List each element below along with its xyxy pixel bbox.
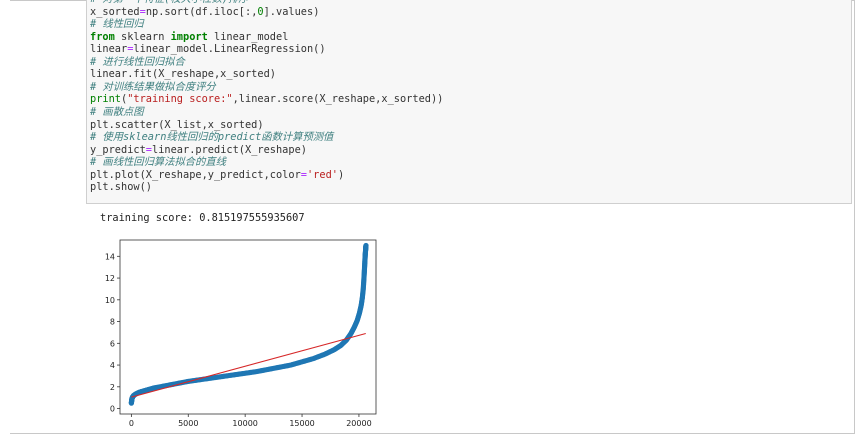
scatter-point: [363, 242, 369, 249]
code-token: "training score:": [127, 93, 233, 106]
y-tick-label: 12: [105, 274, 115, 283]
code-token: sklearn: [114, 30, 171, 43]
code-line: # 画线性回归算法拟合的直线: [90, 156, 226, 169]
code-token: 'red': [306, 168, 338, 181]
code-line: # 进行线性回归拟合: [90, 56, 185, 69]
code-token: ,linear.score(X_reshape,x_sorted)): [232, 93, 444, 106]
code-token: linear_model.LinearRegression(): [133, 43, 326, 56]
code-line: from sklearn import linear_model: [90, 31, 288, 44]
code-token: linear_model: [207, 30, 289, 43]
x-tick-label: 5000: [178, 419, 198, 428]
x-tick-label: 0: [129, 419, 134, 428]
y-tick-label: 8: [110, 318, 115, 327]
code-line: x_sorted=np.sort(df.iloc[:,0].values): [90, 6, 319, 19]
training-score-output: training score: 0.815197555935607: [100, 212, 305, 224]
code-token: # 使用sklearn线性回归的predict函数计算预测值: [90, 131, 334, 144]
code-token: # 对第一个特征(枝大小任数)排序: [90, 0, 249, 5]
y-tick-label: 4: [110, 361, 115, 370]
code-token: plt.show(): [90, 181, 152, 194]
code-token: import: [170, 30, 208, 43]
code-token: y_predict: [90, 143, 146, 156]
x-tick-label: 15000: [289, 419, 314, 428]
code-line: # 使用sklearn线性回归的predict函数计算预测值: [90, 131, 333, 144]
code-token: np.sort(df.iloc[:,: [145, 5, 258, 18]
code-line: plt.plot(X_reshape,y_predict,color='red'…: [90, 169, 344, 182]
code-line: # 对训练结果做拟合度评分: [90, 81, 216, 94]
code-token: # 对训练结果做拟合度评分: [90, 80, 216, 93]
code-token: # 进行线性回归拟合: [90, 55, 185, 68]
code-line: plt.scatter(X_list,x_sorted): [90, 119, 264, 132]
code-token: ): [337, 168, 345, 181]
code-line: print("training score:",linear.score(X_r…: [90, 93, 443, 106]
y-tick-label: 0: [110, 405, 115, 414]
code-input-area[interactable]: # 对第一个特征(枝大小任数)排序x_sorted=np.sort(df.ilo…: [86, 0, 852, 204]
code-token: plt.plot(X_reshape,y_predict,color: [90, 168, 301, 181]
code-token: # 线性回归: [90, 18, 144, 31]
y-tick-label: 10: [105, 296, 115, 305]
code-line: plt.show(): [90, 181, 152, 194]
code-token: ].values): [263, 5, 320, 18]
code-token: print: [90, 93, 121, 106]
scatter-plot: 0 5000 10000 15000 20000 0 2 4 6 8 10 12 14: [105, 239, 377, 428]
x-tick-label: 10000: [232, 419, 257, 428]
code-token: from: [90, 30, 115, 43]
code-line: # 线性回归: [90, 18, 144, 31]
x-tick-label: 20000: [346, 419, 371, 428]
code-token: linear.fit(X_reshape,x_sorted): [90, 68, 276, 81]
code-token: linear.predict(X_reshape): [152, 143, 307, 156]
code-line: y_predict=linear.predict(X_reshape): [90, 144, 307, 157]
code-line: # 画散点图: [90, 106, 144, 119]
code-line: linear.fit(X_reshape,x_sorted): [90, 68, 276, 81]
code-token: # 画散点图: [90, 105, 144, 118]
y-tick-label: 2: [110, 383, 115, 392]
code-token: plt.scatter(X_list,x_sorted): [90, 118, 264, 131]
code-token: linear: [90, 43, 128, 56]
code-token: # 画线性回归算法拟合的直线: [90, 156, 226, 169]
code-token: x_sorted: [90, 5, 140, 18]
y-tick-label: 6: [110, 339, 115, 348]
code-line: linear=linear_model.LinearRegression(): [90, 43, 326, 56]
y-tick-label: 14: [105, 252, 115, 261]
